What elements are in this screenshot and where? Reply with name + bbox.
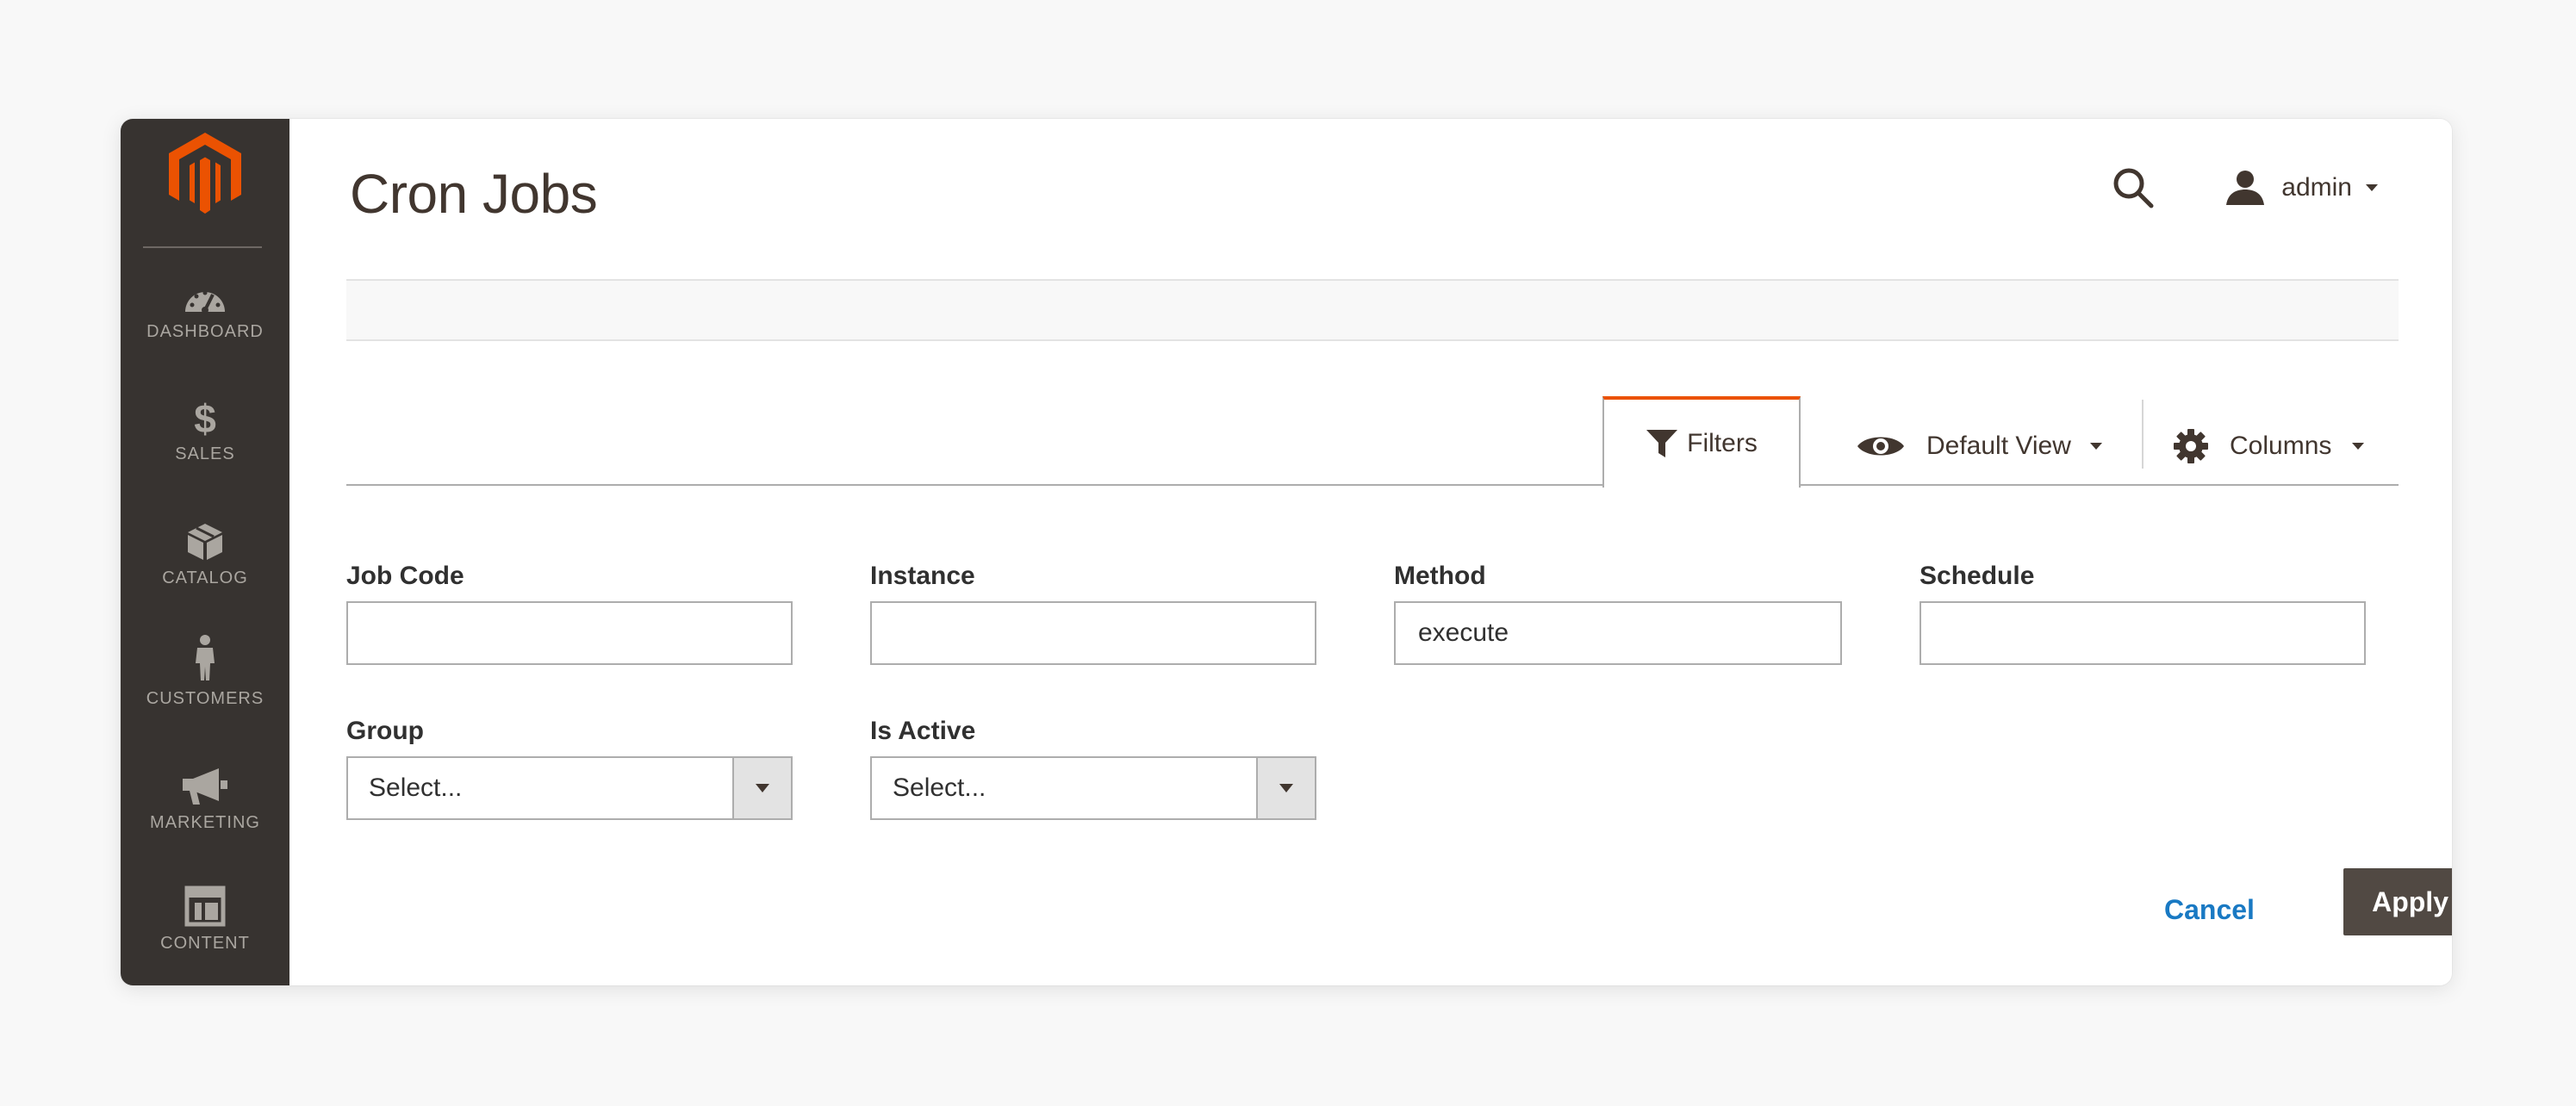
dropdown-arrow-icon[interactable]: [1256, 758, 1315, 818]
is-active-select[interactable]: Select...: [870, 756, 1316, 820]
toolbar-divider: [346, 484, 2399, 486]
columns-dropdown[interactable]: Columns: [2173, 412, 2365, 481]
sidebar-item-label: MARKETING: [150, 813, 260, 832]
magento-logo-icon[interactable]: [164, 131, 246, 215]
toolbar-separator: [2142, 400, 2144, 469]
instance-input[interactable]: [870, 601, 1316, 665]
person-icon: [192, 634, 218, 682]
user-icon: [2226, 171, 2265, 205]
sidebar-item-label: DASHBOARD: [146, 322, 264, 341]
is-active-filter: Is Active Select...: [870, 717, 1316, 820]
notice-bar: [346, 279, 2399, 341]
user-menu[interactable]: admin: [2224, 162, 2378, 214]
dashboard-icon: [182, 267, 228, 315]
method-filter: Method: [1394, 562, 1842, 665]
group-select-value: Select...: [369, 774, 463, 802]
page-title: Cron Jobs: [350, 163, 598, 225]
group-label: Group: [346, 717, 424, 745]
filters-tab-label: Filters: [1687, 429, 1758, 457]
schedule-label: Schedule: [1920, 562, 2035, 590]
sidebar-item-label: CUSTOMERS: [146, 689, 264, 708]
sidebar-item-label: CATALOG: [162, 569, 248, 587]
instance-label: Instance: [870, 562, 975, 590]
default-view-label: Default View: [1926, 432, 2071, 460]
is-active-label: Is Active: [870, 717, 976, 745]
user-name: admin: [2281, 173, 2352, 202]
chevron-down-icon: [2366, 184, 2378, 191]
filters-tab[interactable]: Filters: [1602, 396, 1801, 488]
megaphone-icon: [181, 758, 229, 806]
chevron-down-icon: [2089, 443, 2102, 450]
job-code-filter: Job Code: [346, 562, 793, 665]
eye-icon: [1857, 437, 1904, 456]
sidebar-item-catalog[interactable]: CATALOG: [121, 513, 289, 617]
cube-icon: [186, 513, 224, 562]
instance-filter: Instance: [870, 562, 1316, 665]
sidebar-item-label: CONTENT: [160, 934, 250, 953]
group-filter: Group Select...: [346, 717, 793, 820]
dropdown-arrow-icon[interactable]: [732, 758, 791, 818]
sidebar-item-sales[interactable]: $ SALES: [121, 389, 289, 493]
method-input[interactable]: [1394, 601, 1842, 665]
schedule-input[interactable]: [1920, 601, 2366, 665]
job-code-label: Job Code: [346, 562, 464, 590]
schedule-filter: Schedule: [1920, 562, 2366, 665]
logo-divider: [143, 246, 262, 248]
admin-sidebar: DASHBOARD $ SALES CATALOG CUSTOMERS MARK…: [121, 119, 289, 985]
columns-label: Columns: [2230, 432, 2332, 460]
sidebar-item-content[interactable]: CONTENT: [121, 879, 289, 982]
dollar-icon: $: [192, 389, 218, 438]
cancel-button[interactable]: Cancel: [2164, 877, 2255, 942]
sidebar-item-label: SALES: [175, 444, 235, 463]
admin-window: DASHBOARD $ SALES CATALOG CUSTOMERS MARK…: [121, 119, 2452, 985]
search-icon: [2113, 168, 2154, 208]
is-active-select-value: Select...: [893, 774, 986, 802]
filter-icon: [1646, 430, 1678, 457]
search-button[interactable]: [2107, 162, 2159, 214]
default-view-dropdown[interactable]: Default View: [1856, 412, 2102, 481]
svg-text:$: $: [194, 396, 216, 438]
apply-filters-button[interactable]: Apply Filters: [2343, 868, 2452, 935]
layout-icon: [184, 879, 226, 927]
chevron-down-icon: [2352, 443, 2365, 450]
main-content: Cron Jobs admin Filters Default View Col…: [289, 119, 2452, 985]
gear-icon: [2174, 429, 2208, 463]
group-select[interactable]: Select...: [346, 756, 793, 820]
sidebar-item-marketing[interactable]: MARKETING: [121, 758, 289, 861]
method-label: Method: [1394, 562, 1486, 590]
sidebar-item-dashboard[interactable]: DASHBOARD: [121, 267, 289, 370]
sidebar-item-customers[interactable]: CUSTOMERS: [121, 634, 289, 737]
job-code-input[interactable]: [346, 601, 793, 665]
